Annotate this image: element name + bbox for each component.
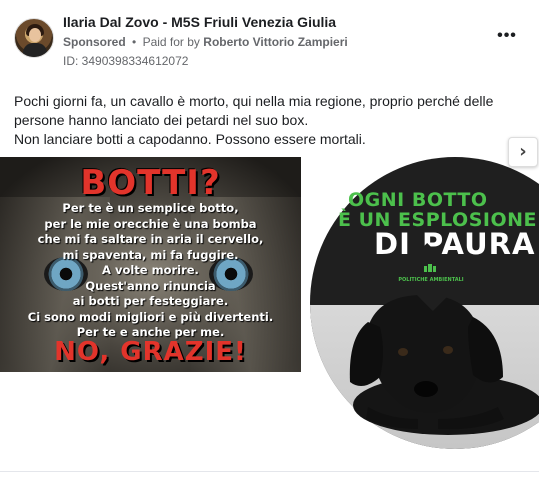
slide2-badge-text: POLITICHE AMBIENTALI — [398, 277, 464, 283]
poem-line: Ci sono modi migliori e più divertenti. — [27, 309, 274, 324]
payer-name: Roberto Vittorio Zampieri — [203, 35, 348, 49]
post-text-line-2: Non lanciare botti a capodanno. Possono … — [14, 131, 366, 147]
media-carousel[interactable]: BOTTI? Per te è un semplice botto, per l… — [0, 157, 539, 452]
page-name-link[interactable]: Ilaria Dal Zovo - M5S Friuli Venezia Giu… — [63, 14, 336, 30]
carousel-slide-1[interactable]: BOTTI? Per te è un semplice botto, per l… — [0, 157, 301, 372]
slide2-headline-line1: OGNI BOTTO — [348, 189, 488, 211]
avatar-body — [23, 43, 47, 57]
card-divider — [0, 471, 539, 472]
post-text-line-1: Pochi giorni fa, un cavallo è morto, qui… — [14, 93, 494, 128]
page-avatar[interactable] — [14, 18, 54, 58]
poem-line: Per te è un semplice botto, — [62, 201, 239, 215]
poem-line: ai botti per festeggiare. — [72, 294, 229, 308]
poem-line: per le mie orecchie è una bomba — [44, 216, 257, 231]
slide1-poem: Per te è un semplice botto, per le mie o… — [0, 201, 301, 341]
slide1-footer: NO, GRAZIE! — [54, 337, 247, 367]
carousel-next-button[interactable]: › — [508, 137, 538, 167]
avatar-face — [29, 28, 41, 42]
sponsored-label: Sponsored — [63, 35, 126, 49]
meta-separator: • — [132, 35, 137, 49]
slide1-title: BOTTI? — [80, 163, 221, 203]
poem-line: A volte morire. — [102, 263, 199, 277]
poem-line: mi spaventa, mi fa fuggire. — [62, 247, 239, 262]
more-options-button[interactable]: ••• — [494, 28, 520, 50]
post-text: Pochi giorni fa, un cavallo è morto, qui… — [14, 92, 524, 149]
carousel-slide-2[interactable]: OGNI BOTTO È UN ESPLOSIONE DI PAURA! POL… — [308, 157, 539, 452]
ad-card: Ilaria Dal Zovo - M5S Friuli Venezia Giu… — [0, 0, 539, 481]
m5s-logo-icon — [424, 264, 436, 272]
poem-line: che mi fa saltare in aria il cervello, — [37, 232, 264, 246]
slide2-headline-line3: DI PAURA! — [374, 227, 539, 261]
ad-id: ID: 3490398334612072 — [63, 54, 189, 68]
sponsored-line: Sponsored • Paid for by Roberto Vittorio… — [63, 35, 348, 49]
paid-for-label: Paid for by — [142, 35, 200, 49]
poem-line: Quest'anno rinuncia — [85, 278, 216, 293]
